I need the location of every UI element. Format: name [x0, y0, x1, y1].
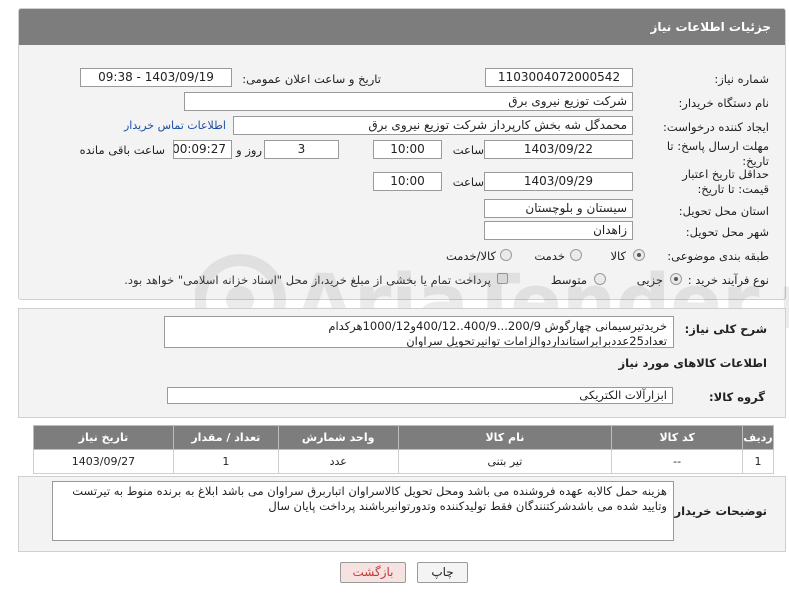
deadline-time-field: 10:00	[373, 140, 442, 159]
cell-unit: عدد	[277, 449, 399, 474]
city-label: شهر محل تحویل:	[685, 225, 769, 239]
back-button[interactable]: بازگشت	[340, 562, 406, 583]
category-radio-service[interactable]	[570, 249, 582, 261]
goods-group-label: گروه کالا:	[709, 390, 765, 404]
time-remaining-field: 00:09:27	[173, 140, 232, 159]
category-radio-goods-service[interactable]	[500, 249, 512, 261]
announce-label: تاریخ و ساعت اعلان عمومی:	[242, 72, 381, 86]
days-remaining-field: 3	[264, 140, 339, 159]
treasury-payment-checkbox[interactable]	[497, 273, 508, 284]
col-date: تاریخ نیاز	[33, 425, 174, 450]
cell-qty: 1	[172, 449, 279, 474]
cell-code: --	[611, 449, 744, 474]
validity-time-field: 10:00	[373, 172, 442, 191]
process-option-medium: متوسط	[550, 273, 587, 287]
process-radio-minor[interactable]	[670, 273, 682, 285]
category-option-goods-service: کالا/خدمت	[445, 249, 496, 263]
province-field: سیستان و بلوچستان	[484, 199, 633, 218]
col-index: ردیف	[742, 425, 774, 450]
need-number-field: 1103004072000542	[485, 68, 633, 87]
items-table: ردیف کد کالا نام کالا واحد شمارش تعداد /…	[33, 425, 774, 474]
goods-group-field: ابزارآلات الکتریکی	[167, 387, 673, 404]
process-label: نوع فرآیند خرید :	[687, 273, 769, 287]
category-label: طبقه بندی موضوعی:	[667, 249, 769, 263]
buyer-notes-label: توضیحات خریدار:	[669, 504, 767, 518]
province-label: استان محل تحویل:	[678, 204, 769, 218]
validity-time-label: ساعت	[452, 175, 484, 189]
panel-header: جزئیات اطلاعات نیاز	[19, 9, 785, 45]
cell-date: 1403/09/27	[33, 449, 174, 474]
col-name: نام کالا	[397, 425, 613, 450]
creator-label: ایجاد کننده درخواست:	[663, 120, 769, 134]
cell-index: 1	[742, 449, 774, 474]
col-qty: تعداد / مقدار	[172, 425, 279, 450]
buyer-field: شرکت توزیع نیروی برق	[184, 92, 633, 111]
buyer-label: نام دستگاه خریدار:	[678, 96, 769, 110]
validity-label: حداقل تاریخ اعتبار قیمت: تا تاریخ:	[682, 167, 769, 196]
deadline-label: مهلت ارسال پاسخ: تا تاریخ:	[666, 139, 769, 168]
buyer-notes-textarea[interactable]: هزینه حمل کالابه عهده فروشنده می باشد وم…	[52, 481, 674, 541]
description-textarea[interactable]: خریدتیرسیمانی چهارگوش 200/9...400/9..400…	[164, 316, 674, 348]
deadline-date-field: 1403/09/22	[484, 140, 633, 159]
announce-field: 1403/09/19 - 09:38	[80, 68, 232, 87]
validity-date-field: 1403/09/29	[484, 172, 633, 191]
table-row: 1 -- تیر بتنی عدد 1 1403/09/27	[33, 449, 774, 474]
city-field: زاهدان	[484, 221, 633, 240]
creator-field: محمدگل شه بخش کارپرداز شرکت توزیع نیروی …	[233, 116, 633, 135]
print-button[interactable]: چاپ	[417, 562, 468, 583]
col-unit: واحد شمارش	[277, 425, 399, 450]
buyer-contact-link[interactable]: اطلاعات تماس خریدار	[124, 119, 226, 132]
category-radio-goods[interactable]	[633, 249, 645, 261]
col-code: کد کالا	[611, 425, 744, 450]
cell-name: تیر بتنی	[397, 449, 613, 474]
deadline-time-label: ساعت	[452, 143, 484, 157]
page-title: جزئیات اطلاعات نیاز	[650, 20, 771, 34]
days-label: روز و	[236, 143, 262, 157]
items-table-header: ردیف کد کالا نام کالا واحد شمارش تعداد /…	[33, 425, 774, 450]
process-option-minor: جزیی	[636, 273, 663, 287]
process-radio-medium[interactable]	[594, 273, 606, 285]
goods-section-title: اطلاعات کالاهای مورد نیاز	[618, 356, 767, 370]
description-label: شرح کلی نیاز:	[684, 322, 767, 336]
treasury-payment-note: پرداخت تمام یا بخشی از مبلغ خرید،از محل …	[124, 273, 491, 287]
category-option-goods: کالا	[610, 249, 626, 263]
need-number-label: شماره نیاز:	[714, 72, 769, 86]
time-remaining-label: ساعت باقی مانده	[79, 143, 165, 157]
category-option-service: خدمت	[534, 249, 565, 263]
